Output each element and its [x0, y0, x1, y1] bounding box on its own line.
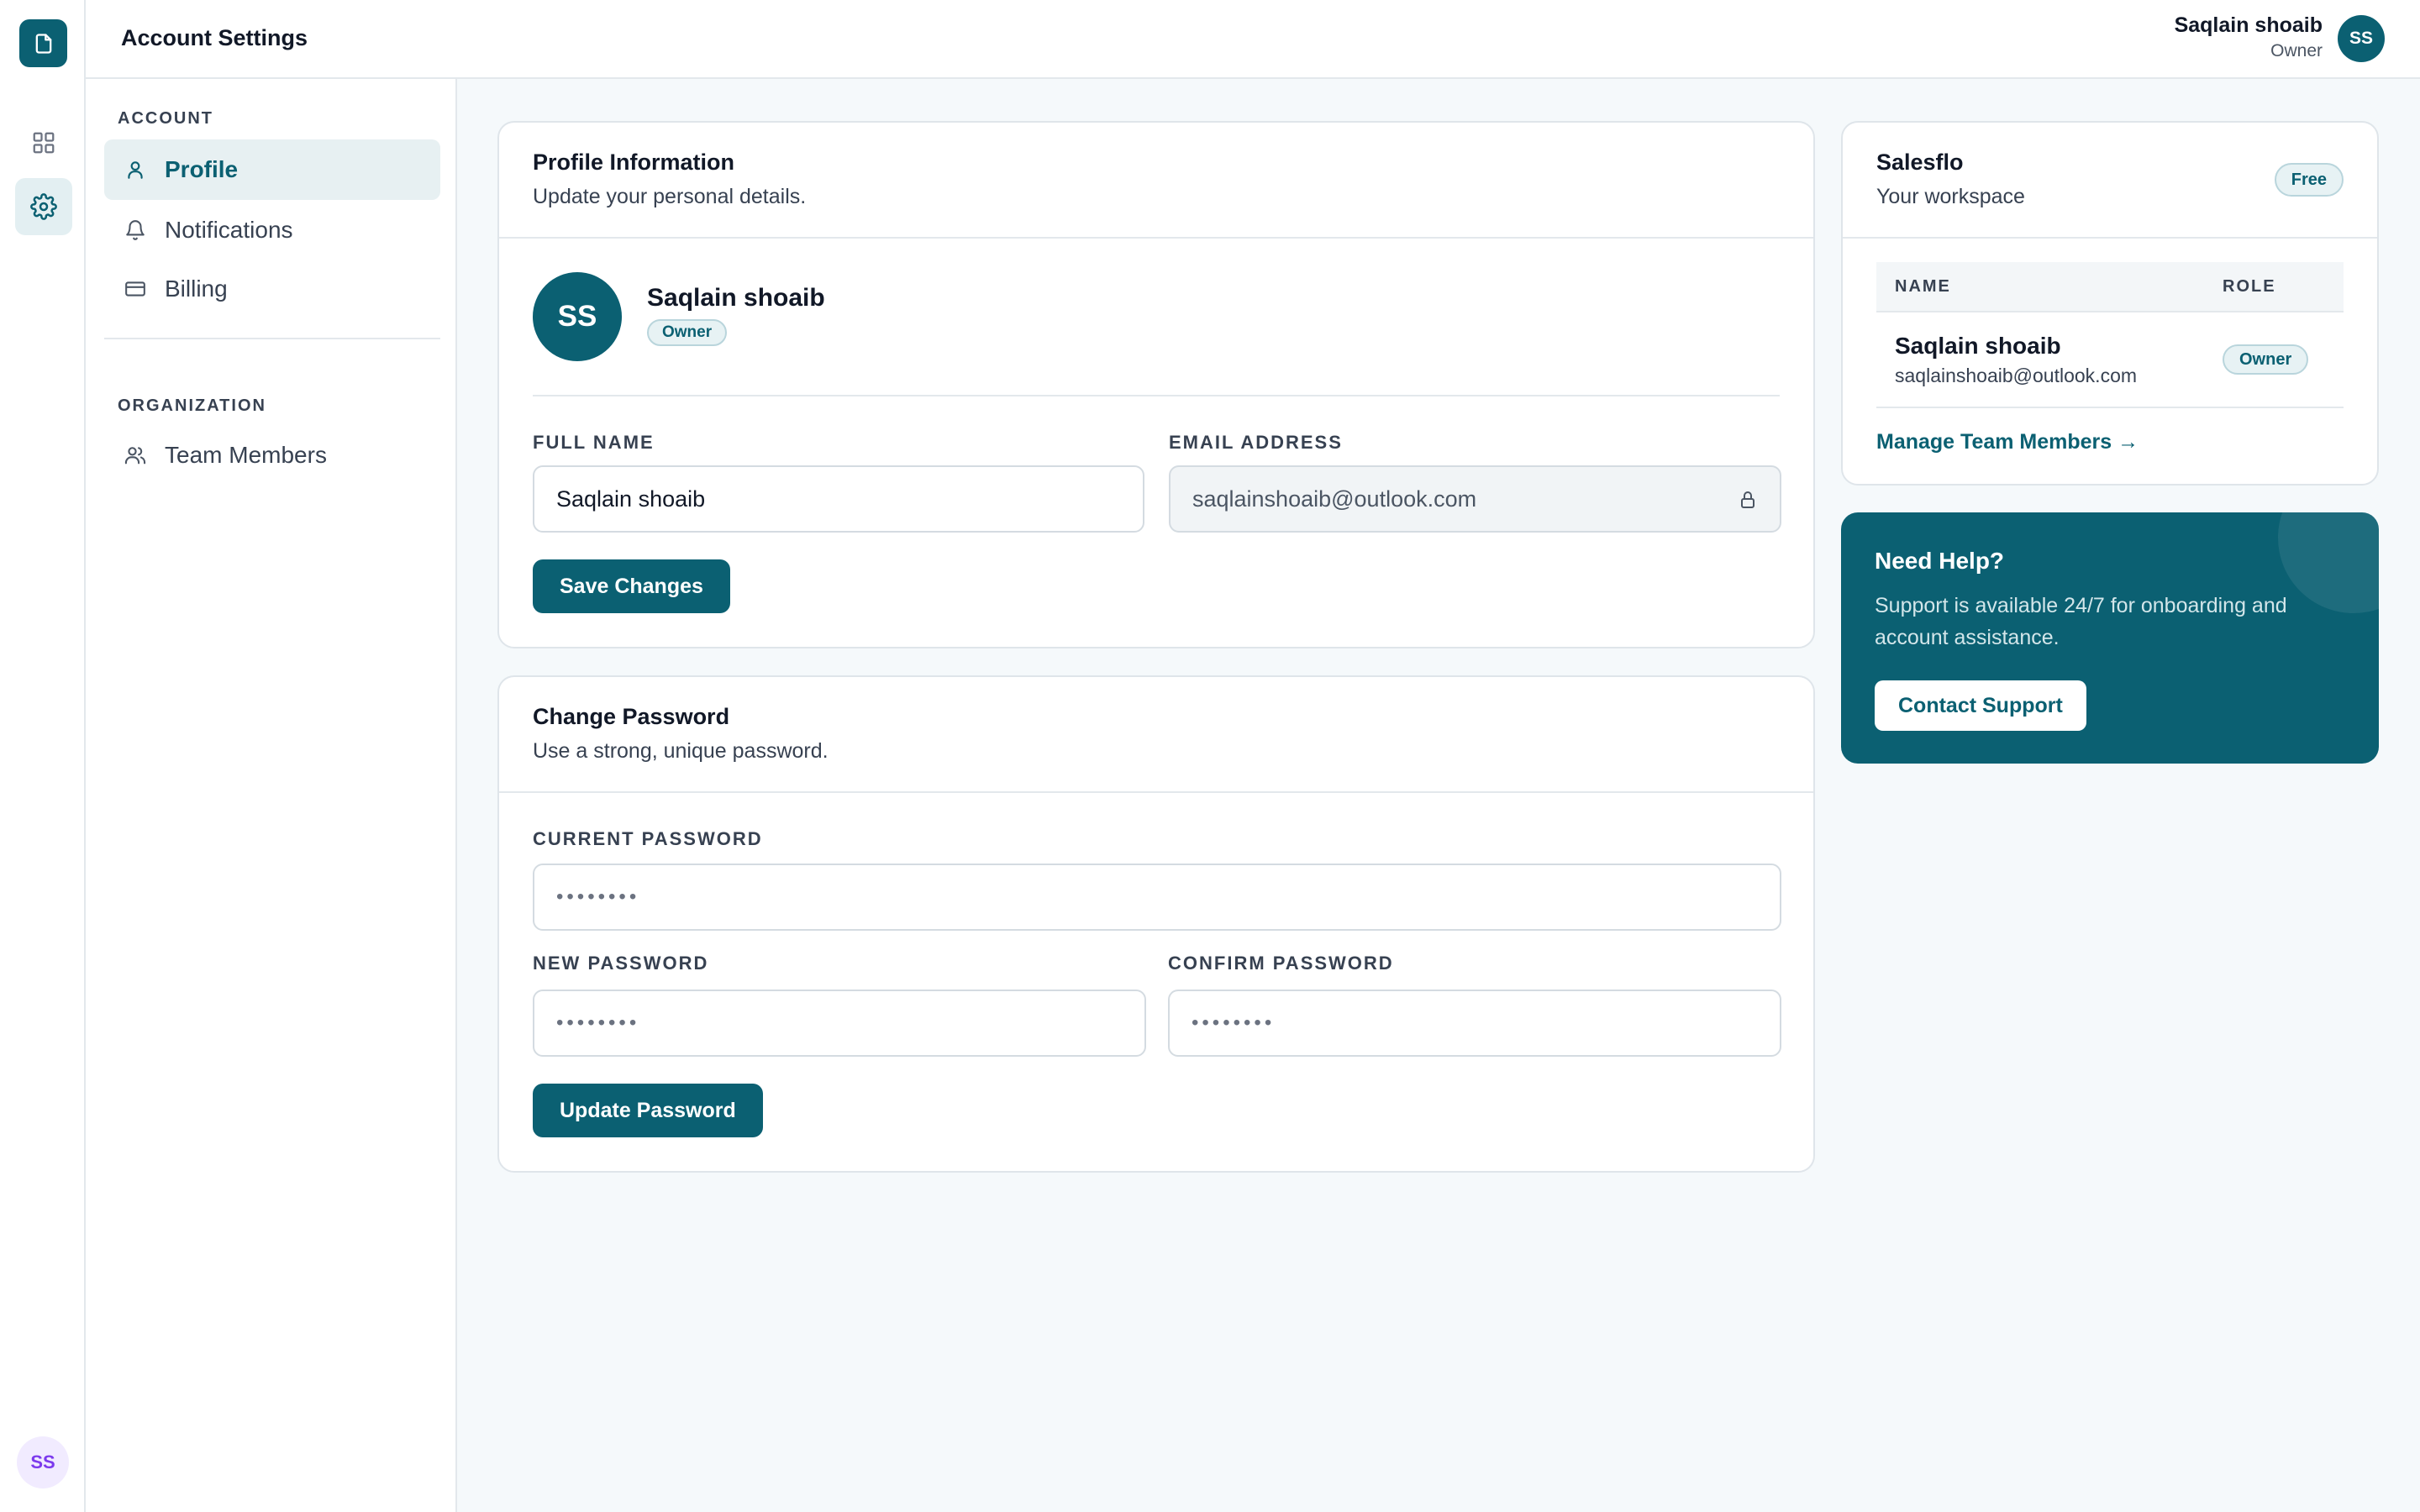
help-text: Support is available 24/7 for onboarding… [1875, 594, 2287, 649]
member-email: saqlainshoaib@outlook.com [1895, 365, 2138, 386]
rail-settings-button[interactable] [15, 178, 72, 235]
page-title: Account Settings [121, 25, 308, 50]
section-label-organization: ORGANIZATION [118, 396, 266, 415]
app-logo[interactable] [19, 19, 67, 67]
sidebar-item-billing[interactable]: Billing [104, 259, 440, 319]
workspace-subtitle: Your workspace [1876, 185, 2025, 208]
row-divider [1876, 407, 2344, 408]
new-password-label: NEW PASSWORD [533, 953, 709, 974]
card-subtitle: Update your personal details. [533, 185, 807, 208]
grid-icon [31, 130, 56, 155]
manage-team-members-link[interactable]: Manage Team Members → [1876, 430, 2139, 454]
sidebar-item-label: Notifications [165, 217, 293, 243]
profile-card: Profile Information Update your personal… [497, 121, 1815, 648]
help-card: Need Help? Support is available 24/7 for… [1841, 512, 2379, 764]
full-name-label: FULL NAME [533, 432, 655, 453]
card-divider [499, 791, 1813, 793]
password-card: Change Password Use a strong, unique pas… [497, 675, 1815, 1173]
user-icon [123, 157, 148, 182]
member-name: Saqlain shoaib [1895, 333, 2061, 359]
users-icon [123, 443, 148, 468]
top-bar: Account Settings Saqlain shoaib Owner SS [86, 0, 2420, 79]
rail-user-avatar[interactable]: SS [17, 1436, 69, 1488]
profile-name: Saqlain shoaib [647, 284, 825, 312]
user-name: Saqlain shoaib [2174, 13, 2323, 37]
help-title: Need Help? [1875, 548, 2005, 574]
sidebar-item-label: Team Members [165, 442, 327, 468]
icon-rail: SS [0, 0, 86, 1512]
current-password-label: CURRENT PASSWORD [533, 828, 763, 849]
save-changes-button[interactable]: Save Changes [533, 559, 730, 613]
role-badge: Owner [647, 319, 728, 346]
new-password-field[interactable]: •••••••• [533, 990, 1146, 1057]
workspace-card: Salesflo Your workspace Free NAME ROLE S… [1841, 121, 2379, 486]
member-role-badge: Owner [2223, 344, 2309, 375]
card-divider [1843, 237, 2377, 239]
settings-sidebar: ACCOUNT Profile Notifications Billing OR… [86, 79, 457, 1512]
gear-icon [30, 193, 57, 220]
card-divider [499, 237, 1813, 239]
lock-icon [1738, 489, 1758, 511]
card-subtitle: Use a strong, unique password. [533, 739, 829, 763]
credit-card-icon [123, 276, 148, 302]
column-header-name: NAME [1895, 277, 1951, 296]
card-title: Profile Information [533, 150, 735, 175]
update-password-button[interactable]: Update Password [533, 1084, 763, 1137]
document-icon [32, 32, 55, 55]
email-field[interactable]: saqlainshoaib@outlook.com [1169, 465, 1781, 533]
sidebar-item-profile[interactable]: Profile [104, 139, 440, 200]
confirm-password-label: CONFIRM PASSWORD [1168, 953, 1394, 974]
rail-dashboard-button[interactable] [15, 114, 72, 171]
card-title: Change Password [533, 704, 730, 729]
confirm-password-field[interactable]: •••••••• [1168, 990, 1781, 1057]
current-password-field[interactable]: •••••••• [533, 864, 1781, 931]
user-role: Owner [2270, 41, 2323, 60]
email-label: EMAIL ADDRESS [1169, 432, 1343, 453]
user-menu[interactable]: Saqlain shoaib Owner [2175, 13, 2323, 61]
profile-divider [533, 395, 1780, 396]
contact-support-button[interactable]: Contact Support [1875, 680, 2086, 731]
sidebar-item-notifications[interactable]: Notifications [104, 200, 440, 260]
avatar[interactable]: SS [2338, 15, 2385, 62]
section-label-account: ACCOUNT [118, 109, 213, 128]
workspace-name: Salesflo [1876, 150, 1964, 175]
sidebar-divider [104, 338, 440, 339]
bell-icon [123, 218, 148, 243]
column-header-role: ROLE [2223, 277, 2276, 296]
members-table-header: NAME ROLE [1876, 262, 2344, 312]
sidebar-item-label: Billing [165, 276, 228, 302]
full-name-input[interactable]: Saqlain shoaib [533, 465, 1144, 533]
profile-avatar: SS [533, 272, 622, 361]
plan-badge: Free [2274, 163, 2344, 197]
sidebar-item-team-members[interactable]: Team Members [104, 425, 440, 486]
sidebar-item-label: Profile [165, 156, 239, 182]
email-value: saqlainshoaib@outlook.com [1192, 486, 1477, 512]
